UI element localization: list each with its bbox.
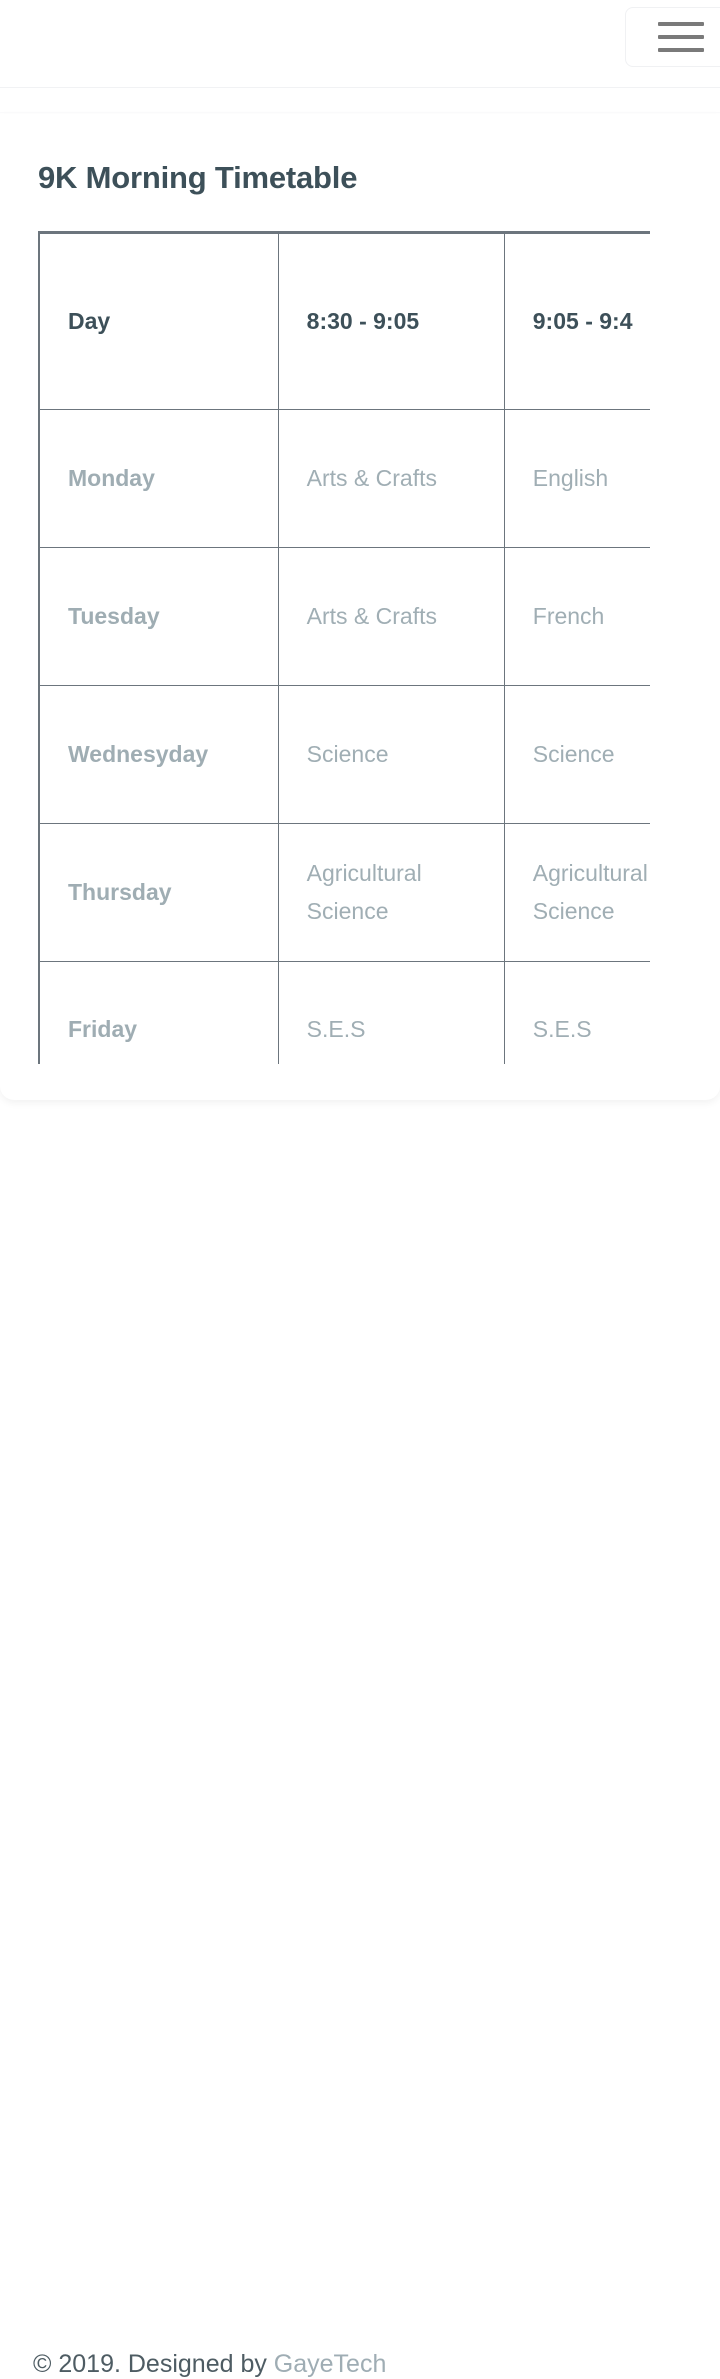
cell-slot-2: Agricultural Science	[503, 823, 650, 962]
brand-link[interactable]: GayeTech	[274, 2350, 387, 2378]
timetable-body: Monday Arts & Crafts English Tuesday Art…	[38, 409, 650, 1064]
cell-slot-1: Arts & Crafts	[277, 409, 505, 548]
column-header-slot-2: 9:05 - 9:4	[503, 232, 650, 410]
timetable: Day 8:30 - 9:05 9:05 - 9:4 Monday Arts &…	[38, 231, 650, 1064]
cell-day: Thursday	[38, 823, 279, 962]
cell-slot-1: Agricultural Science	[277, 823, 505, 962]
cell-slot-2: S.E.S	[503, 961, 650, 1064]
timetable-header-row: Day 8:30 - 9:05 9:05 - 9:4	[38, 232, 650, 410]
table-row: Thursday Agricultural Science Agricultur…	[38, 823, 650, 962]
table-row: Tuesday Arts & Crafts French	[38, 547, 650, 686]
header-subdivider	[0, 112, 720, 113]
cell-slot-1: Science	[277, 685, 505, 824]
hamburger-icon-bar-3	[658, 48, 704, 52]
timetable-head: Day 8:30 - 9:05 9:05 - 9:4	[38, 232, 650, 410]
footer-copyright-text: © 2019. Designed by	[33, 2350, 274, 2378]
page-title: 9K Morning Timetable	[38, 160, 358, 195]
table-row: Friday S.E.S S.E.S	[38, 961, 650, 1064]
cell-day: Monday	[38, 409, 279, 548]
hamburger-icon-bar-2	[658, 35, 704, 39]
footer-copyright: © 2019. Designed by GayeTech	[33, 2350, 386, 2379]
cell-day: Tuesday	[38, 547, 279, 686]
cell-slot-1: Arts & Crafts	[277, 547, 505, 686]
cell-slot-2: English	[503, 409, 650, 548]
cell-slot-2: Science	[503, 685, 650, 824]
cell-slot-1: S.E.S	[277, 961, 505, 1064]
content-card: 9K Morning Timetable Day 8:30 - 9:05 9:0…	[0, 114, 720, 1100]
cell-slot-2: French	[503, 547, 650, 686]
footer: © 2019. Designed by GayeTech	[0, 1153, 720, 2378]
column-header-slot-1: 8:30 - 9:05	[277, 232, 505, 410]
hamburger-menu-button[interactable]	[625, 7, 720, 67]
page-root: 9K Morning Timetable Day 8:30 - 9:05 9:0…	[0, 0, 720, 2378]
navbar	[0, 0, 720, 88]
table-row: Monday Arts & Crafts English	[38, 409, 650, 548]
table-row: Wednesyday Science Science	[38, 685, 650, 824]
column-header-day: Day	[38, 232, 279, 410]
cell-day: Friday	[38, 961, 279, 1064]
hamburger-icon-bar-1	[658, 22, 704, 26]
cell-day: Wednesyday	[38, 685, 279, 824]
timetable-scroll-container[interactable]: Day 8:30 - 9:05 9:05 - 9:4 Monday Arts &…	[38, 231, 650, 1064]
